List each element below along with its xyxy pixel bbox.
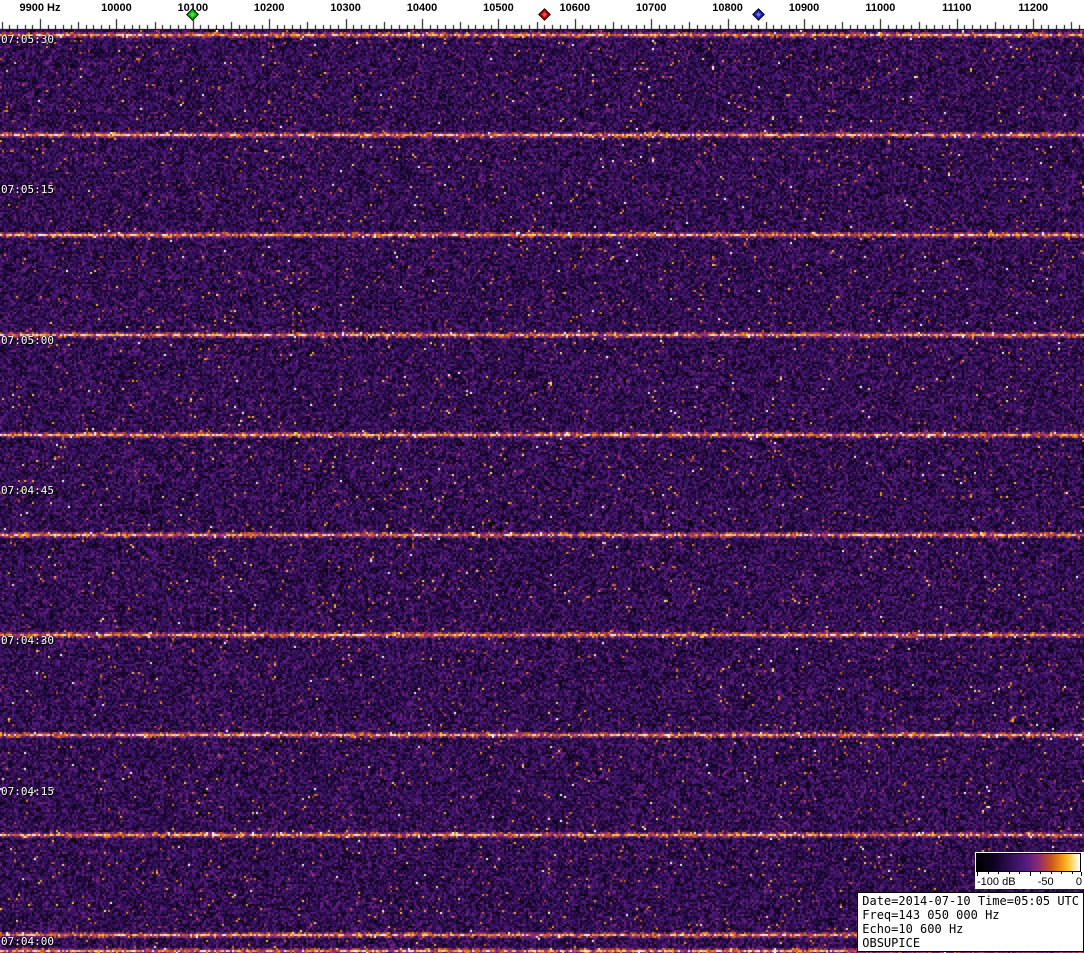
info-station-line: OBSUPICE <box>862 936 921 950</box>
info-date-line: Date=2014-07-10 Time=05:05 UTC <box>862 894 1079 908</box>
info-freq-line: Freq=143 050 000 Hz <box>862 908 1000 922</box>
legend-label-max: 0 <box>1075 876 1082 888</box>
legend-label-mid: -50 <box>1037 876 1054 888</box>
blue-marker-diamond[interactable] <box>751 8 765 21</box>
spectrum-waterfall-window: 9900 Hz 10000 10100 10200 10300 10400 10500 106… <box>0 0 1084 953</box>
legend-tick-marks <box>977 872 1082 876</box>
legend-label-min: -100 dB <box>977 876 1016 888</box>
frequency-markers <box>0 0 1084 30</box>
green-marker-diamond[interactable] <box>186 8 200 21</box>
info-echo-line: Echo=10 600 Hz <box>862 922 964 936</box>
observation-info-box: Date=2014-07-10 Time=05:05 UTC Freq=143 … <box>857 892 1084 952</box>
red-marker-diamond[interactable] <box>537 8 551 21</box>
color-scale-gradient <box>976 853 1081 872</box>
spectrogram-canvas[interactable] <box>0 30 1084 953</box>
color-scale-legend: -100 dB -50 0 <box>975 852 1084 889</box>
frequency-ruler[interactable]: 9900 Hz 10000 10100 10200 10300 10400 10500 106… <box>0 0 1084 30</box>
waterfall-display[interactable]: 07:05:30 07:05:15 07:05:00 07:04:45 07:04:30… <box>0 30 1084 953</box>
legend-labels: -100 dB -50 0 <box>976 876 1083 889</box>
